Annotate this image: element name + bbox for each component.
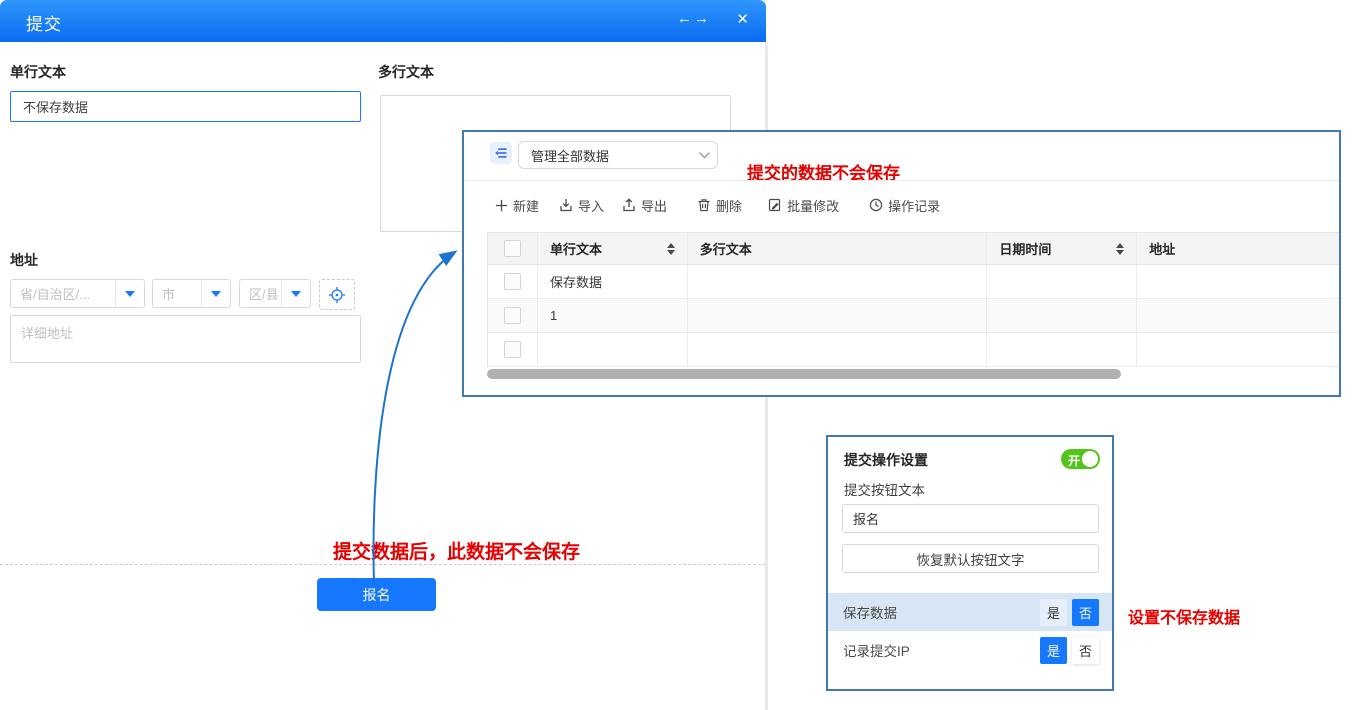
province-select[interactable]: 省/自治区/... <box>10 279 145 308</box>
save-data-yes-button[interactable]: 是 <box>1040 599 1067 626</box>
city-caret-icon[interactable] <box>201 280 230 307</box>
settings-annotation: 设置不保存数据 <box>1128 604 1240 628</box>
data-manage-panel: 管理全部数据 提交的数据不会保存 新建 导入 导出 <box>462 130 1341 397</box>
submit-button[interactable]: 报名 <box>317 578 436 611</box>
detail-address-textarea[interactable] <box>10 315 361 363</box>
delete-button[interactable]: 删除 <box>697 196 742 215</box>
import-button[interactable]: 导入 <box>559 196 604 215</box>
table-header-row: 单行文本 多行文本 日期时间 地址 <box>488 233 1339 265</box>
settings-toggle-on[interactable]: 开 <box>1061 449 1100 469</box>
cell-address <box>1137 299 1339 332</box>
cell-address <box>1137 333 1339 366</box>
save-data-label: 保存数据 <box>828 602 1035 622</box>
header-col-address: 地址 <box>1137 233 1339 264</box>
menu-fold-icon <box>494 146 508 160</box>
record-ip-no-button[interactable]: 否 <box>1072 637 1099 664</box>
sort-icon[interactable] <box>1116 243 1124 255</box>
record-ip-label: 记录提交IP <box>828 640 1035 660</box>
reset-button-text-button[interactable]: 恢复默认按钮文字 <box>842 544 1099 573</box>
single-line-input[interactable] <box>10 91 361 122</box>
province-caret-icon[interactable] <box>115 280 144 307</box>
data-scope-select[interactable]: 管理全部数据 <box>518 141 718 169</box>
plus-icon <box>495 199 508 212</box>
export-icon <box>622 198 636 212</box>
form-section-divider <box>0 564 766 565</box>
new-button[interactable]: 新建 <box>495 196 539 215</box>
header-col-single-line: 单行文本 <box>538 233 688 264</box>
sort-icon[interactable] <box>667 243 675 255</box>
city-placeholder: 市 <box>153 284 201 303</box>
row-checkbox[interactable] <box>504 341 521 358</box>
data-table: 单行文本 多行文本 日期时间 地址 保存数据 1 <box>487 232 1339 367</box>
city-select[interactable]: 市 <box>152 279 231 308</box>
district-select[interactable]: 区/县 <box>239 279 311 308</box>
expand-width-icon[interactable]: ←→ <box>676 10 710 27</box>
row-checkbox[interactable] <box>504 273 521 290</box>
cell-datetime <box>987 265 1137 298</box>
cell-multi-line <box>688 265 988 298</box>
clock-icon <box>869 198 883 212</box>
toggle-knob <box>1082 451 1098 467</box>
cell-single-line: 1 <box>538 299 688 332</box>
panel-divider <box>464 180 1339 181</box>
chevron-down-icon <box>691 152 717 159</box>
cell-multi-line <box>688 299 988 332</box>
locate-button[interactable] <box>319 279 355 310</box>
settings-title: 提交操作设置 <box>844 450 928 470</box>
district-caret-icon[interactable] <box>281 280 310 307</box>
record-ip-option-row: 记录提交IP 是 否 <box>828 631 1112 669</box>
form-window-header: 提交 ←→ ✕ <box>0 0 766 42</box>
form-annotation: 提交数据后，此数据不会保存 <box>333 537 580 564</box>
edit-document-icon <box>768 198 782 212</box>
trash-icon <box>697 198 711 212</box>
province-placeholder: 省/自治区/... <box>11 284 115 303</box>
address-label: 地址 <box>10 250 38 270</box>
horizontal-scrollbar[interactable] <box>487 369 1121 379</box>
select-all-checkbox[interactable] <box>504 240 521 257</box>
multi-line-label: 多行文本 <box>378 62 434 82</box>
toggle-on-label: 开 <box>1068 452 1080 469</box>
save-data-no-button[interactable]: 否 <box>1072 599 1099 626</box>
table-row: 1 <box>488 299 1339 333</box>
district-placeholder: 区/县 <box>240 284 281 303</box>
cell-address <box>1137 265 1339 298</box>
data-scope-value: 管理全部数据 <box>519 146 691 165</box>
table-row <box>488 333 1339 367</box>
cell-multi-line <box>688 333 988 366</box>
operation-log-button[interactable]: 操作记录 <box>869 196 940 215</box>
close-icon[interactable]: ✕ <box>736 10 749 28</box>
data-toolbar: 新建 导入 导出 删除 批量修改 <box>495 195 940 215</box>
window-title: 提交 <box>26 10 62 35</box>
submit-settings-panel: 提交操作设置 开 提交按钮文本 恢复默认按钮文字 保存数据 是 否 记录提交IP… <box>826 435 1114 691</box>
submit-button-text-label: 提交按钮文本 <box>844 479 925 499</box>
export-button[interactable]: 导出 <box>622 196 667 215</box>
batch-edit-button[interactable]: 批量修改 <box>768 196 839 215</box>
cell-datetime <box>987 299 1137 332</box>
single-line-label: 单行文本 <box>10 62 66 82</box>
crosshair-icon <box>329 287 345 303</box>
import-icon <box>559 198 573 212</box>
cell-datetime <box>987 333 1137 366</box>
submit-button-text-input[interactable] <box>842 504 1099 533</box>
cell-single-line <box>538 333 688 366</box>
header-col-multi-line: 多行文本 <box>688 233 988 264</box>
table-row: 保存数据 <box>488 265 1339 299</box>
header-col-datetime: 日期时间 <box>987 233 1137 264</box>
header-checkbox-cell <box>488 233 538 264</box>
collapse-menu-icon[interactable] <box>490 142 512 164</box>
record-ip-yes-button[interactable]: 是 <box>1040 637 1067 664</box>
row-checkbox[interactable] <box>504 307 521 324</box>
cell-single-line: 保存数据 <box>538 265 688 298</box>
save-data-option-row: 保存数据 是 否 <box>828 593 1112 631</box>
